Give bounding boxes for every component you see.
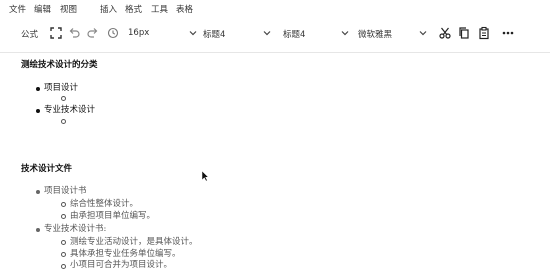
font-family-select[interactable]: 微软雅黑: [358, 28, 392, 40]
subitem-marker: [61, 264, 66, 269]
subitem-marker: [61, 214, 66, 219]
redo-icon[interactable]: [86, 26, 100, 40]
undo-icon[interactable]: [67, 26, 81, 40]
font-size-select[interactable]: 16px: [128, 28, 149, 38]
sub-list-item: 由承担项目单位编写。: [70, 211, 156, 221]
bullet-dot: [36, 228, 40, 232]
chevron-down-icon[interactable]: [418, 29, 428, 37]
subitem-marker: [61, 202, 66, 207]
section-heading-classification: 测绘技术设计的分类: [21, 60, 98, 70]
block-format-select-1[interactable]: 标题4: [203, 28, 225, 40]
menu-bar: 文件 编辑 视图 插入 格式 工具 表格: [0, 0, 550, 18]
chevron-down-icon[interactable]: [340, 29, 350, 37]
paste-icon[interactable]: [477, 26, 491, 40]
bullet-dot: [36, 87, 40, 91]
block-format-select-2[interactable]: 标题4: [283, 28, 305, 40]
list-item: 专业技术设计书:: [44, 224, 107, 234]
menu-format[interactable]: 格式: [125, 3, 142, 15]
chevron-down-icon[interactable]: [262, 29, 272, 37]
sub-list-item: 综合性整体设计。: [70, 199, 139, 209]
mouse-pointer-icon: [201, 167, 209, 182]
menu-edit[interactable]: 编辑: [34, 3, 51, 15]
empty-subitem-marker: [61, 119, 66, 124]
menu-view[interactable]: 视图: [60, 3, 77, 15]
menu-tools[interactable]: 工具: [151, 3, 168, 15]
section-heading-design-files: 技术设计文件: [21, 164, 73, 174]
list-item: 项目设计: [44, 83, 79, 93]
fullscreen-icon[interactable]: [49, 26, 63, 40]
toolbar: 公式 16px 标题4 标题4 微软雅黑: [0, 20, 550, 46]
cut-icon[interactable]: [438, 26, 452, 40]
menu-insert[interactable]: 插入: [100, 3, 117, 15]
list-item: 项目设计书: [44, 186, 87, 196]
bullet-dot: [36, 190, 40, 194]
copy-icon[interactable]: [457, 26, 471, 40]
sub-list-item: 小项目可合并为项目设计。: [70, 260, 173, 269]
empty-subitem-marker: [61, 96, 66, 101]
subitem-marker: [61, 240, 66, 245]
list-item: 专业技术设计: [44, 105, 96, 115]
clock-icon[interactable]: [106, 26, 120, 40]
formula-button[interactable]: 公式: [21, 28, 38, 40]
subitem-marker: [61, 252, 66, 257]
menu-table[interactable]: 表格: [176, 3, 193, 15]
bullet-dot: [36, 109, 40, 113]
more-icon[interactable]: [501, 26, 515, 40]
chevron-down-icon[interactable]: [188, 29, 198, 37]
menu-file[interactable]: 文件: [9, 3, 26, 15]
sub-list-item: 测绘专业活动设计，是具体设计。: [70, 237, 198, 247]
